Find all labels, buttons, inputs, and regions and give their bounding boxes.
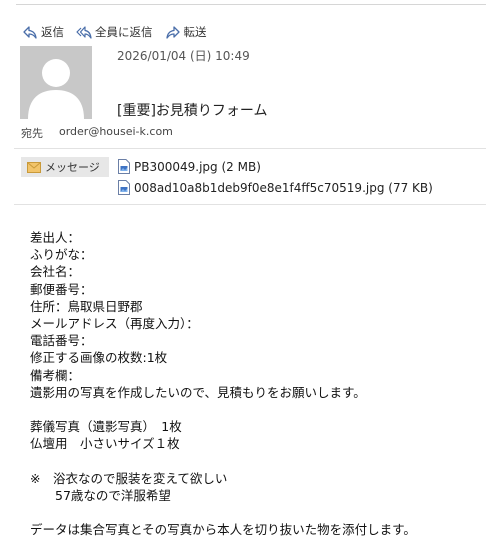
body-line: 会社名：: [30, 264, 81, 280]
attachments-divider: [14, 148, 486, 149]
attachment-file[interactable]: PB300049.jpg (2 MB): [118, 159, 261, 174]
body-divider: [14, 204, 486, 205]
message-toolbar: 返信 全員に返信 転送: [22, 22, 219, 42]
email-reading-pane: 返信 全員に返信 転送 2026/01/04 (日) 10:49 [重要]お見積…: [0, 0, 486, 539]
email-subject: [重要]お見積りフォーム: [117, 103, 268, 119]
to-label: 宛先: [21, 127, 43, 140]
body-line: 住所：鳥取県日野郡: [30, 298, 143, 314]
body-line: メールアドレス（再度入力）：: [30, 315, 199, 331]
image-file-icon: [118, 180, 130, 195]
email-body: 差出人： ふりがな： 会社名： 郵便番号： 住所：鳥取県日野郡 メールアドレス（…: [30, 229, 416, 538]
forward-button[interactable]: 転送: [165, 24, 207, 40]
body-line: 葬儀写真（遺影写真） 1枚: [30, 419, 182, 435]
body-line: 修正する画像の枚数:1枚: [30, 350, 168, 366]
reply-label: 返信: [41, 25, 64, 39]
body-line: 57歳なので洋服希望: [30, 487, 171, 503]
body-line: 差出人：: [30, 230, 81, 245]
envelope-icon: [27, 161, 41, 173]
message-tab[interactable]: メッセージ: [21, 157, 109, 177]
reply-icon: [23, 26, 37, 39]
body-line: [30, 504, 416, 521]
forward-label: 転送: [183, 25, 207, 39]
body-line: ふりがな：: [30, 247, 93, 263]
sender-avatar: [20, 46, 92, 119]
reply-all-button[interactable]: 全員に返信: [76, 24, 153, 40]
forward-icon: [165, 26, 180, 39]
attachment-file-name: 008ad10a8b1deb9f0e8e1f4ff5c70519.jpg (77…: [134, 180, 433, 195]
body-line: データは集合写真とその写真から本人を切り抜いた物を添付します。: [30, 522, 416, 538]
body-line: 備考欄：: [30, 367, 81, 383]
reply-all-icon: [76, 26, 92, 39]
body-line: 電話番号：: [30, 333, 93, 349]
body-line: 遺影用の写真を作成したいので、見積もりをお願いします。: [30, 384, 366, 400]
message-tab-label: メッセージ: [45, 161, 100, 174]
attachment-file-name: PB300049.jpg (2 MB): [134, 159, 261, 174]
body-line: 仏壇用 小さいサイズ１枚: [30, 436, 180, 452]
reply-button[interactable]: 返信: [22, 24, 64, 40]
attachment-file[interactable]: 008ad10a8b1deb9f0e8e1f4ff5c70519.jpg (77…: [118, 180, 433, 195]
person-silhouette-icon: [20, 46, 92, 119]
body-line: ※ 浴衣なので服装を変えて欲しい: [30, 470, 228, 486]
sent-datetime: 2026/01/04 (日) 10:49: [117, 49, 250, 63]
body-line: [30, 452, 416, 469]
recipient-row: 宛先 order@housei-k.com: [21, 125, 173, 141]
top-divider: [16, 4, 486, 5]
body-line: 郵便番号：: [30, 281, 93, 297]
reply-all-label: 全員に返信: [95, 25, 153, 39]
to-address[interactable]: order@housei-k.com: [59, 125, 173, 141]
body-line: [30, 401, 416, 418]
image-file-icon: [118, 159, 130, 174]
